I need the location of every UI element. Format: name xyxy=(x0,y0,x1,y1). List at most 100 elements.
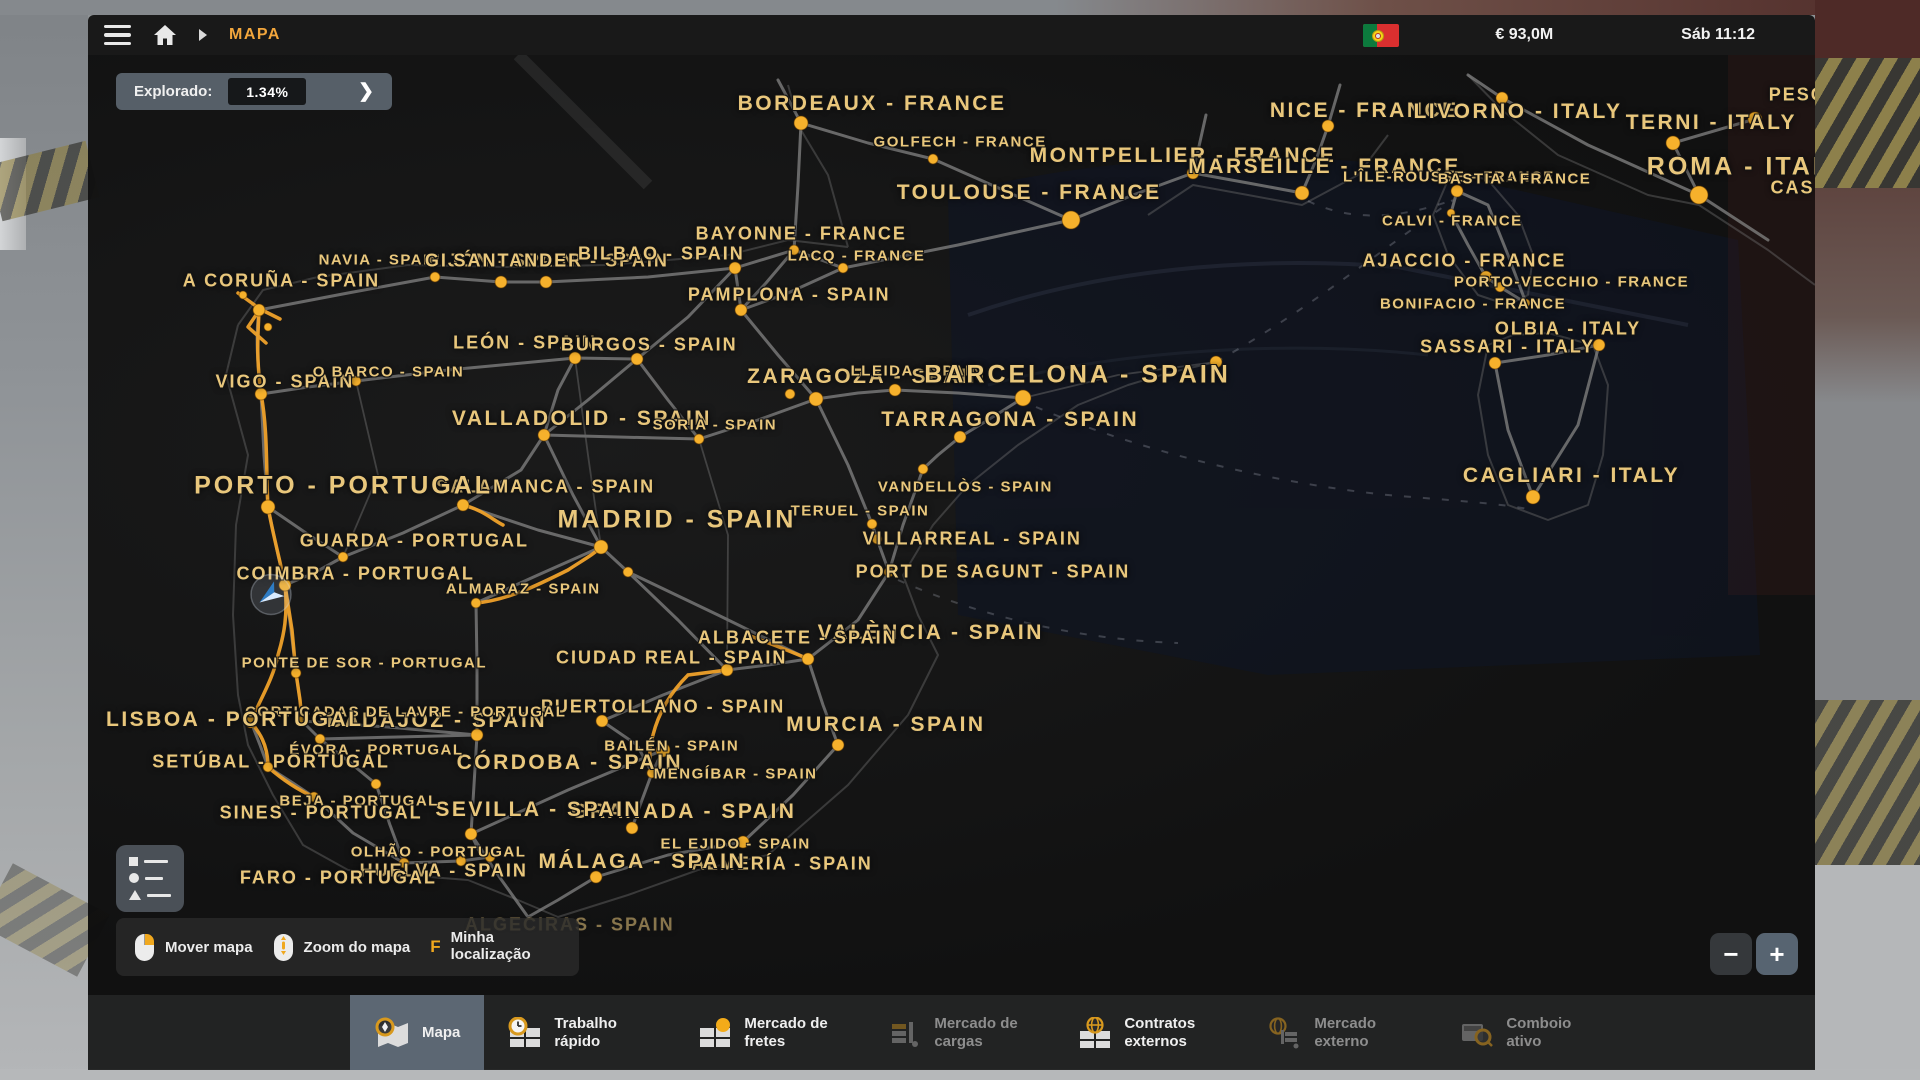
city-label[interactable]: SORIA - SPAIN xyxy=(653,417,778,434)
city-label[interactable]: PAMPLONA - SPAIN xyxy=(688,284,891,305)
explored-value: 1.34% xyxy=(228,78,306,105)
city-label[interactable]: CAGLIARI - ITALY xyxy=(1463,464,1680,488)
city-label[interactable]: CIUDAD REAL - SPAIN xyxy=(556,648,787,669)
city-label[interactable]: AJACCIO - FRANCE xyxy=(1362,250,1566,271)
tab-mercado-de-fretes[interactable]: Mercado de fretes xyxy=(674,995,864,1070)
f-key-badge: F xyxy=(430,937,440,957)
top-bar: MAPA € 93,0M Sáb 11:12 xyxy=(88,15,1815,55)
city-label[interactable]: GOLFECH - FRANCE xyxy=(874,134,1047,151)
city-label[interactable]: BORDEAUX - FRANCE xyxy=(738,92,1007,116)
scene-left-wall xyxy=(0,0,88,1080)
portugal-flag-icon xyxy=(1363,24,1399,47)
player-money: € 93,0M xyxy=(1495,26,1553,44)
city-label[interactable]: MADRID - SPAIN xyxy=(558,506,797,535)
scene-right-wall xyxy=(1815,0,1920,1080)
city-label[interactable]: BAILÉN - SPAIN xyxy=(604,737,739,754)
city-label[interactable]: PONTE DE SOR - PORTUGAL xyxy=(242,655,487,672)
map-legend-button[interactable] xyxy=(116,845,184,912)
city-label[interactable]: PORT DE SAGUNT - SPAIN xyxy=(856,562,1131,583)
map-control-hints: Mover mapa Zoom do mapa F Minha localiza… xyxy=(116,918,579,976)
city-label[interactable]: LACQ - FRANCE xyxy=(788,248,926,265)
tab-mercado-externo[interactable]: Mercado externo xyxy=(1244,995,1434,1070)
mouse-right-button-icon xyxy=(134,933,155,962)
city-label[interactable]: VILLARREAL - SPAIN xyxy=(863,529,1082,550)
breadcrumb: MAPA xyxy=(229,26,281,44)
city-label[interactable]: TERUEL - SPAIN xyxy=(791,502,930,519)
hazard-stripe xyxy=(1815,700,1920,865)
freight-market-icon xyxy=(698,1017,732,1049)
city-label[interactable]: MURCIA - SPAIN xyxy=(786,713,986,737)
city-label[interactable]: A CORUÑA - SPAIN xyxy=(183,270,380,291)
map-compass-icon xyxy=(374,1017,410,1049)
map-panel: MAPA € 93,0M Sáb 11:12 xyxy=(88,15,1815,1070)
home-icon[interactable] xyxy=(153,24,177,46)
scene-door xyxy=(1815,188,1920,403)
city-label[interactable]: NAVIA - SPAIN xyxy=(319,251,442,268)
city-label[interactable]: BURGOS - SPAIN xyxy=(561,335,738,356)
tab-mercado-de-cargas[interactable]: Mercado de cargas xyxy=(864,995,1054,1070)
cargo-market-icon xyxy=(888,1017,922,1049)
minus-icon: − xyxy=(1723,939,1738,970)
city-label[interactable]: BARCELONA - SPAIN xyxy=(924,360,1231,389)
scene-floor xyxy=(1815,865,1920,1080)
scene-ceiling xyxy=(0,0,1920,15)
city-label[interactable]: SEVILLA - SPAIN xyxy=(435,798,642,822)
city-label[interactable]: TARRAGONA - SPAIN xyxy=(881,408,1139,432)
city-label[interactable]: SETÚBAL - PORTUGAL xyxy=(152,751,390,772)
external-contracts-globe-icon xyxy=(1078,1017,1112,1049)
city-label[interactable]: CÓRDOBA - SPAIN xyxy=(457,751,684,775)
city-label[interactable]: PORTO-VECCHIO - FRANCE xyxy=(1454,274,1689,291)
world-map[interactable]: BORDEAUX - FRANCE GOLFECH - FRANCE TOULOUS… xyxy=(88,55,1815,995)
scene-floor-strip xyxy=(0,1069,1920,1080)
city-label[interactable]: BONIFACIO - FRANCE xyxy=(1380,296,1566,313)
city-label[interactable]: LISBOA - PORTUGAL xyxy=(106,708,364,732)
city-label[interactable]: PESCARA - ITALY xyxy=(1769,85,1815,106)
zoom-out-button[interactable]: − xyxy=(1710,933,1752,975)
move-map-hint: Mover mapa xyxy=(134,933,253,962)
city-label[interactable]: MENGÍBAR - SPAIN xyxy=(654,766,818,783)
city-label[interactable]: GUARDA - PORTUGAL xyxy=(300,530,529,551)
city-label[interactable]: CALVI - FRANCE xyxy=(1382,213,1523,230)
hazard-stripe xyxy=(1815,58,1920,188)
active-convoy-icon xyxy=(1458,1017,1494,1049)
city-label[interactable]: BASTIA - FRANCE xyxy=(1438,171,1592,188)
mouse-scroll-wheel-icon xyxy=(273,933,294,962)
city-label[interactable]: BILBAO - SPAIN xyxy=(578,244,745,265)
city-label[interactable]: TOULOUSE - FRANCE xyxy=(897,181,1162,205)
city-label[interactable]: SASSARI - ITALY xyxy=(1420,337,1595,358)
legend-icon xyxy=(129,857,171,900)
city-label[interactable]: BAYONNE - FRANCE xyxy=(696,223,907,244)
explored-widget: Explorado: 1.34% ❯ xyxy=(116,73,392,110)
tab-contratos-externos[interactable]: Contratos externos xyxy=(1054,995,1244,1070)
player-position-marker[interactable] xyxy=(248,572,294,623)
city-label[interactable]: PORTO - PORTUGAL xyxy=(194,472,493,501)
game-time: Sáb 11:12 xyxy=(1681,26,1755,44)
city-label[interactable]: MÁLAGA - SPAIN xyxy=(539,850,747,874)
tab-mapa[interactable]: Mapa xyxy=(350,995,484,1070)
city-label[interactable]: O BARCO - SPAIN xyxy=(313,363,464,380)
plus-icon: + xyxy=(1769,939,1784,970)
city-label[interactable]: ALBACETE - SPAIN xyxy=(698,627,898,648)
city-label[interactable]: CAS xyxy=(1771,178,1815,199)
bottom-tab-bar: Mapa Trabalho rápido Mercado de fretes xyxy=(88,995,1815,1070)
city-label[interactable]: LIVORNO - ITALY xyxy=(1413,100,1622,124)
scene-ceiling-red xyxy=(1815,0,1920,58)
breadcrumb-chevron-icon xyxy=(199,29,207,41)
city-label[interactable]: FARO - PORTUGAL xyxy=(240,868,437,889)
city-label[interactable]: PUERTOLLANO - SPAIN xyxy=(541,697,785,718)
external-market-icon xyxy=(1268,1017,1302,1049)
city-label[interactable]: OLHÃO - PORTUGAL xyxy=(351,844,527,861)
menu-icon[interactable] xyxy=(104,25,131,46)
city-labels: BORDEAUX - FRANCE GOLFECH - FRANCE TOULOUS… xyxy=(88,55,1815,995)
city-label[interactable]: VANDELLÒS - SPAIN xyxy=(878,479,1053,496)
quick-job-clock-icon xyxy=(508,1017,542,1049)
my-location-hint: F Minha localização xyxy=(430,930,560,964)
zoom-in-button[interactable]: + xyxy=(1756,933,1798,975)
zoom-map-hint: Zoom do mapa xyxy=(273,933,411,962)
tab-comboio-ativo[interactable]: Comboio ativo xyxy=(1434,995,1626,1070)
explored-expand-button[interactable]: ❯ xyxy=(350,80,382,103)
explored-label: Explorado: xyxy=(134,83,212,100)
city-label[interactable]: SINES - PORTUGAL xyxy=(220,802,423,823)
city-label[interactable]: TERNI - ITALY xyxy=(1626,111,1797,135)
tab-trabalho-rapido[interactable]: Trabalho rápido xyxy=(484,995,674,1070)
